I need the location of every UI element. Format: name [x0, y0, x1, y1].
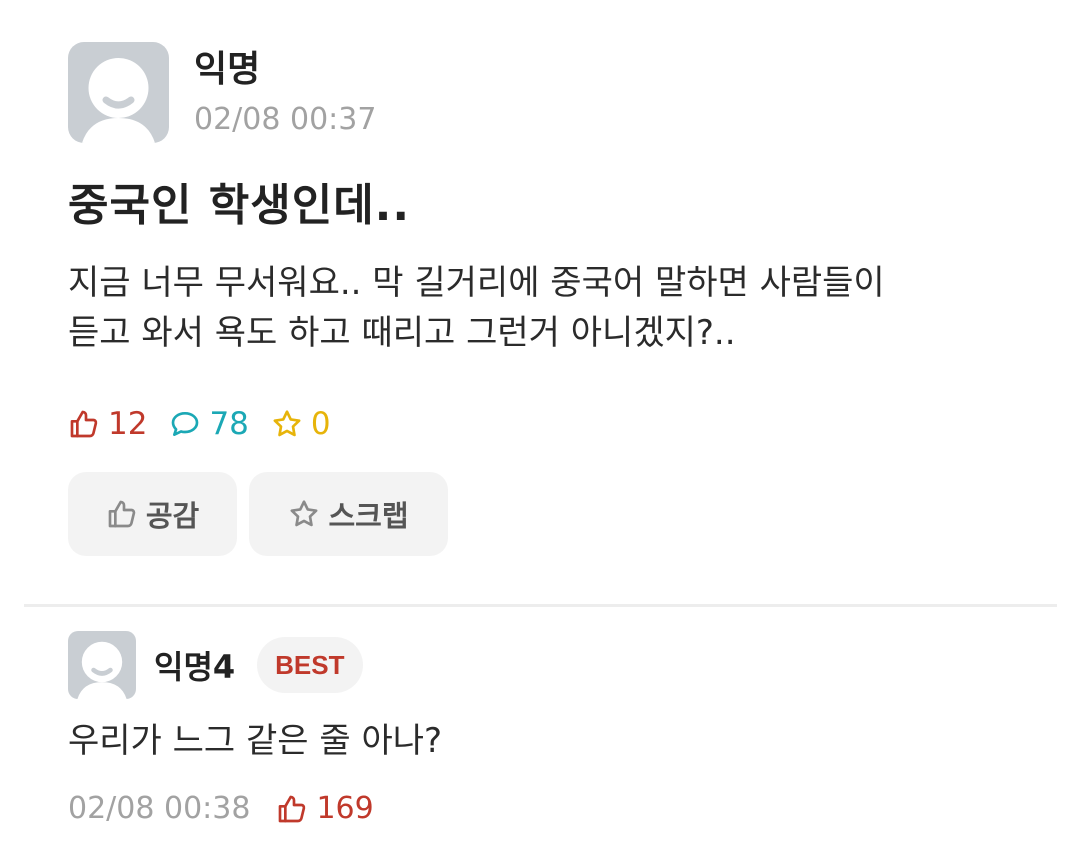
avatar[interactable] — [68, 631, 136, 699]
like-count-value: 12 — [108, 406, 148, 442]
comment-count: 78 — [169, 406, 249, 442]
comment-text: 우리가 느그 같은 줄 아나? — [68, 721, 443, 761]
scrap-button-label: 스크랩 — [328, 499, 409, 533]
thumbs-up-icon — [70, 410, 98, 438]
author-name[interactable]: 익명 — [194, 48, 376, 92]
scrap-count: 0 — [271, 406, 331, 442]
scrap-count-value: 0 — [310, 406, 331, 442]
comment-count-value: 78 — [209, 406, 249, 442]
thumbs-up-icon — [279, 795, 306, 822]
like-button-label: 공감 — [145, 499, 200, 533]
post: 익명 02/08 00:37 중국인 학생인데.. 지금 너무 무서워요.. 막… — [68, 42, 1028, 556]
thumbs-up-icon — [108, 500, 136, 528]
post-actions: 공감 스크랩 — [68, 472, 1028, 556]
default-avatar-icon — [77, 641, 127, 699]
comment-timestamp: 02/08 00:38 — [68, 791, 251, 826]
post-body-line: 지금 너무 무서워요.. 막 길거리에 중국어 말하면 사람들이 — [68, 263, 885, 303]
like-count: 12 — [68, 406, 147, 442]
avatar[interactable] — [68, 42, 169, 143]
speech-bubble-icon — [172, 412, 199, 436]
post-author-row: 익명 02/08 00:37 — [68, 42, 1028, 143]
like-button[interactable]: 공감 — [68, 472, 237, 556]
comment-like-count: 169 — [316, 791, 374, 826]
post-timestamp: 02/08 00:37 — [194, 102, 377, 137]
scrap-button[interactable]: 스크랩 — [249, 472, 448, 556]
post-stats: 12 78 0 — [68, 402, 1028, 446]
author-meta: 익명 02/08 00:37 — [194, 42, 376, 138]
post-body-line: 듣고 와서 욕도 하고 때리고 그런거 아니겠지?.. — [68, 313, 736, 353]
star-icon — [291, 500, 318, 527]
divider — [24, 604, 1057, 607]
best-badge: BEST — [257, 637, 363, 693]
comment-item: 익명4 BEST 우리가 느그 같은 줄 아나? 02/08 00:38 169 — [68, 631, 1028, 826]
star-icon — [273, 410, 301, 437]
post-body: 지금 너무 무서워요.. 막 길거리에 중국어 말하면 사람들이 듣고 와서 욕… — [68, 258, 988, 358]
comment-header: 익명4 BEST — [68, 631, 1028, 699]
comment-like[interactable]: 169 — [276, 791, 374, 826]
default-avatar-icon — [82, 58, 155, 143]
comment-author[interactable]: 익명4 — [154, 642, 235, 688]
comment-footer: 02/08 00:38 169 — [68, 791, 1028, 826]
post-title: 중국인 학생인데.. — [68, 180, 411, 231]
